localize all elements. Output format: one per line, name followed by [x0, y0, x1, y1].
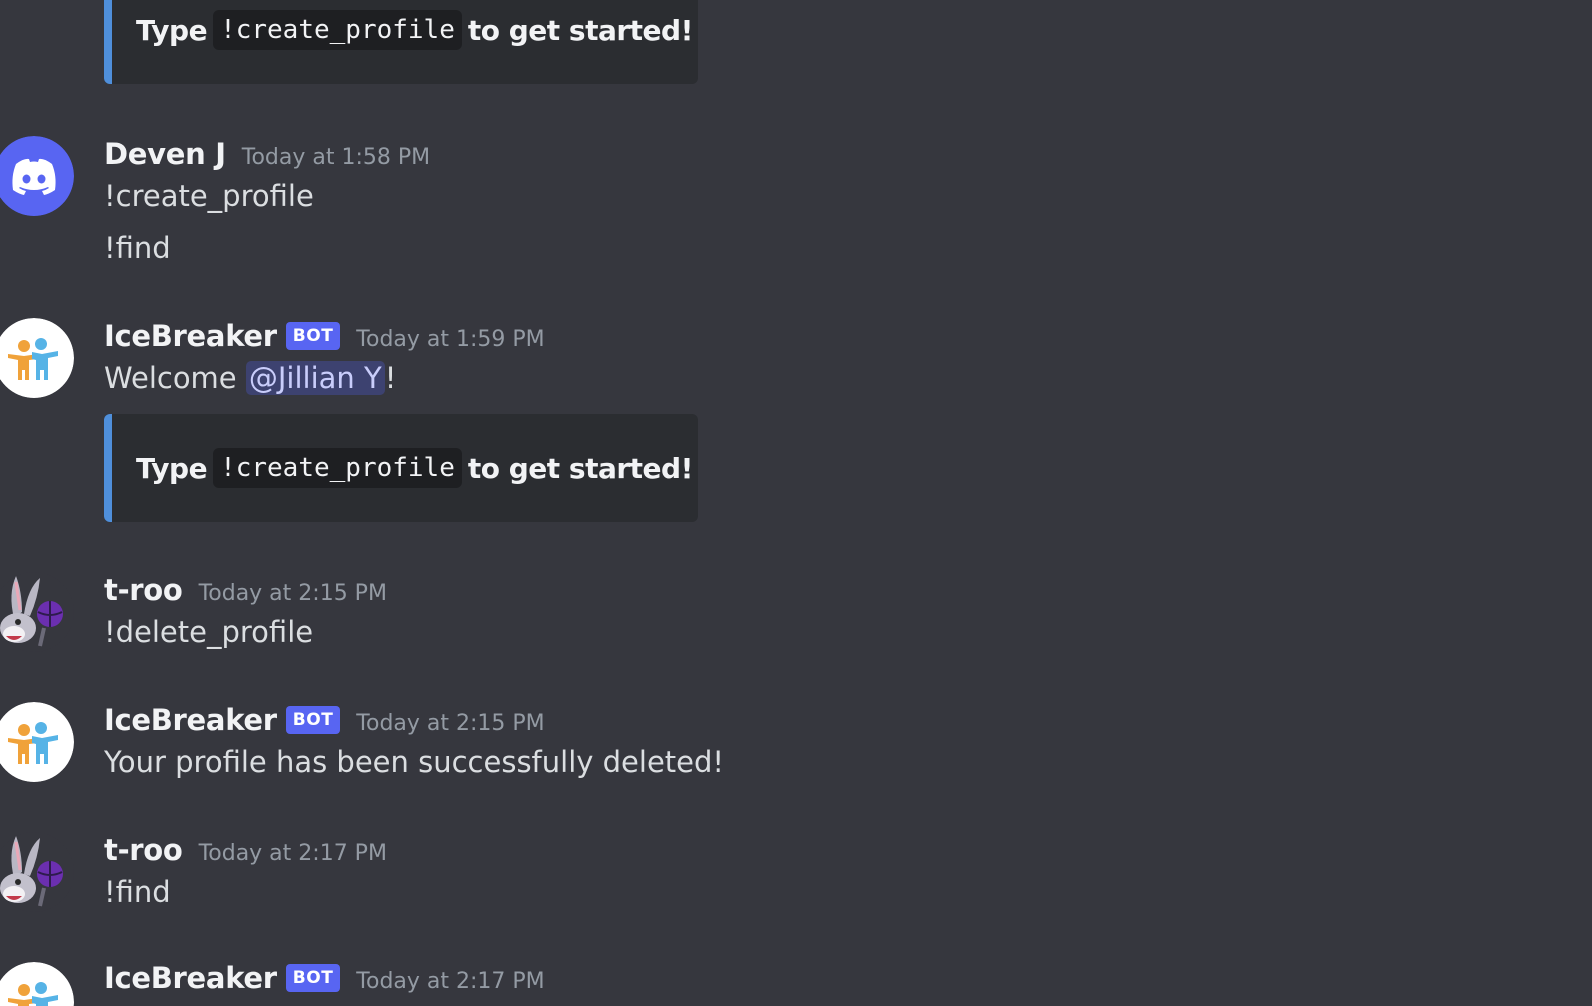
bot-badge: BOT [285, 322, 341, 350]
embed-suffix: to get started! [467, 13, 693, 47]
embed-code: !create_profile [213, 448, 462, 488]
avatar[interactable] [0, 318, 74, 398]
username[interactable]: IceBreaker [104, 703, 277, 737]
discord-logo-icon [0, 136, 74, 216]
username[interactable]: IceBreaker [104, 319, 277, 353]
avatar[interactable] [0, 572, 74, 652]
bunny-basketball-icon [0, 832, 74, 912]
username[interactable]: t-roo [104, 833, 183, 867]
message-text: !create_profile [104, 179, 314, 213]
message-header: IceBreaker BOT Today at 2:17 PM [104, 958, 545, 998]
avatar[interactable] [0, 962, 74, 1006]
embed-code: !create_profile [213, 10, 462, 50]
username[interactable]: Deven J [104, 137, 226, 171]
message-header: Deven J Today at 1:58 PM [104, 134, 430, 174]
message-header: IceBreaker BOT Today at 2:15 PM [104, 700, 545, 740]
timestamp[interactable]: Today at 2:17 PM [356, 969, 544, 994]
bot-badge: BOT [285, 706, 341, 734]
icebreaker-logo-icon [0, 962, 74, 1006]
embed-prefix: Type [136, 451, 208, 485]
embed-suffix: to get started! [467, 451, 693, 485]
message-header: t-roo Today at 2:17 PM [104, 830, 387, 870]
embed-accent-bar [104, 414, 112, 522]
timestamp[interactable]: Today at 2:17 PM [199, 841, 387, 866]
icebreaker-logo-icon [0, 702, 74, 782]
timestamp[interactable]: Today at 2:15 PM [199, 581, 387, 606]
message-text: !find [104, 875, 171, 909]
avatar[interactable] [0, 702, 74, 782]
bot-badge: BOT [285, 964, 341, 992]
embed-text: Type !create_profile to get started! [136, 0, 693, 72]
message-text: Welcome @Jillian Y! [104, 358, 396, 398]
message-text: Your profile has been successfully delet… [104, 745, 725, 779]
message-header: IceBreaker BOT Today at 1:59 PM [104, 316, 545, 356]
bunny-basketball-icon [0, 572, 74, 652]
embed-card: Type !create_profile to get started! [104, 0, 698, 84]
timestamp[interactable]: Today at 1:59 PM [356, 327, 544, 352]
icebreaker-logo-icon [0, 318, 74, 398]
user-mention[interactable]: @Jillian Y [245, 361, 385, 395]
avatar[interactable] [0, 832, 74, 912]
avatar[interactable] [0, 136, 74, 216]
username[interactable]: t-roo [104, 573, 183, 607]
embed-prefix: Type [136, 13, 208, 47]
timestamp[interactable]: Today at 1:58 PM [242, 145, 430, 170]
embed-accent-bar [104, 0, 112, 84]
chat-message-list[interactable]: Type !create_profile to get started! Dev… [0, 0, 1592, 1006]
welcome-suffix: ! [384, 361, 397, 395]
message-header: t-roo Today at 2:15 PM [104, 570, 387, 610]
username[interactable]: IceBreaker [104, 961, 277, 995]
embed-text: Type !create_profile to get started! [136, 414, 693, 522]
message-text: !delete_profile [104, 615, 314, 649]
timestamp[interactable]: Today at 2:15 PM [356, 711, 544, 736]
message-text: !find [104, 231, 171, 265]
welcome-prefix: Welcome [104, 361, 246, 395]
embed-card: Type !create_profile to get started! [104, 414, 698, 522]
